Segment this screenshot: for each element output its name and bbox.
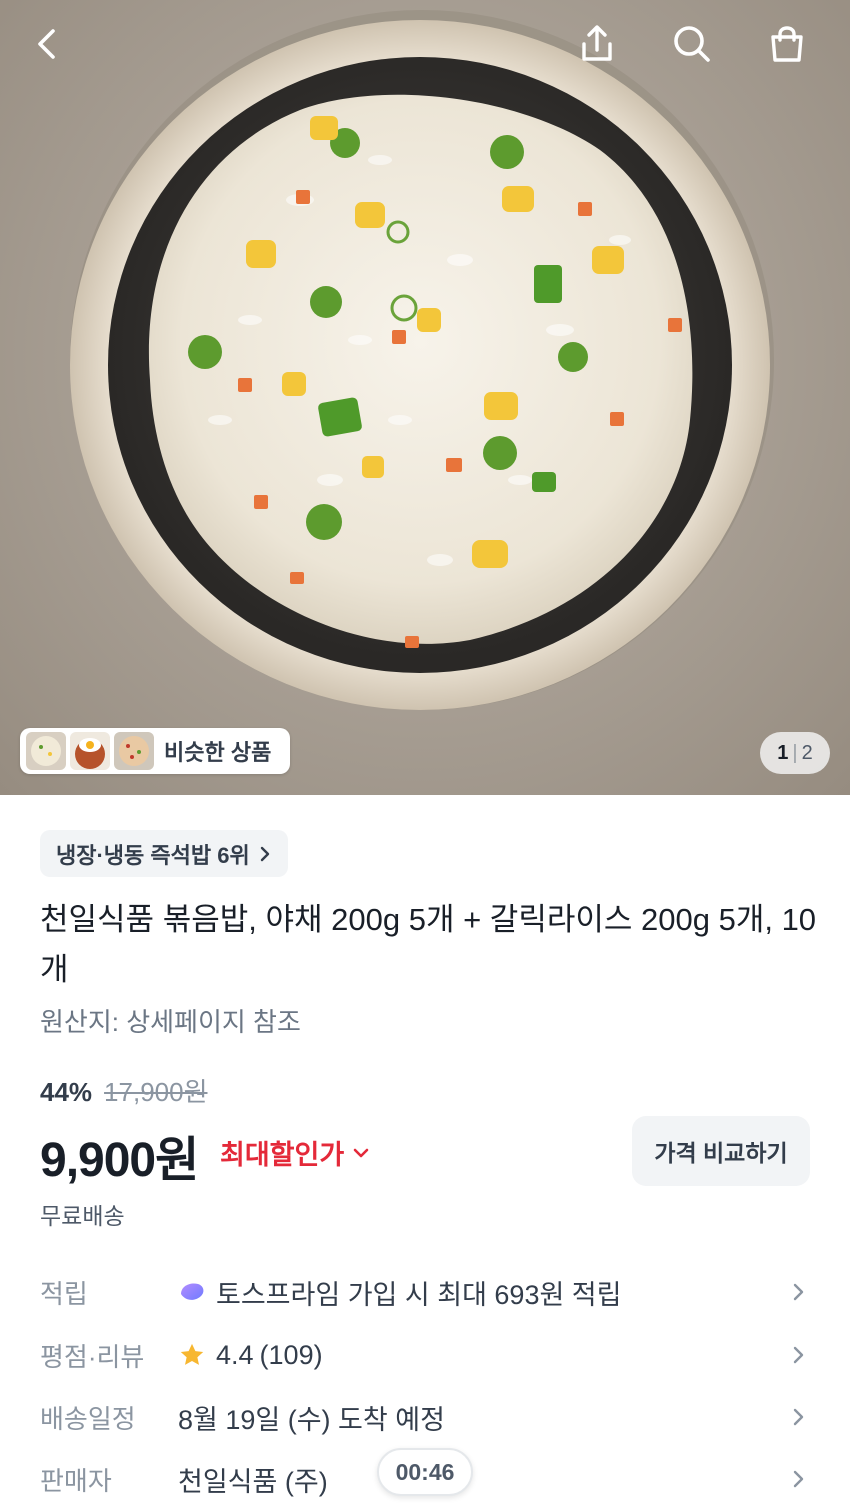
rating-row[interactable]: 평점·리뷰 4.4 (109) bbox=[40, 1330, 810, 1380]
search-icon bbox=[674, 26, 710, 62]
rating-label: 평점·리뷰 bbox=[40, 1341, 145, 1372]
points-label: 적립 bbox=[40, 1278, 88, 1309]
share-button[interactable] bbox=[571, 18, 623, 70]
shopping-bag-icon bbox=[771, 26, 803, 62]
total-pages: 2 bbox=[801, 741, 813, 764]
delivery-row[interactable]: 배송일정 8월 19일 (수) 도착 예정 bbox=[40, 1392, 810, 1442]
image-page-indicator: 1 | 2 bbox=[760, 732, 830, 774]
fried-rice-photo bbox=[70, 10, 774, 710]
chevron-down-icon bbox=[353, 1148, 369, 1157]
chevron-right-icon bbox=[260, 846, 269, 861]
review-count: (109) bbox=[259, 1339, 323, 1370]
chevron-right-icon bbox=[793, 1408, 804, 1426]
points-row[interactable]: 적립 토스프라임 가입 시 최대 693원 적립 bbox=[40, 1267, 810, 1317]
share-upload-icon bbox=[582, 25, 612, 61]
page-separator: | bbox=[792, 741, 798, 764]
category-rank-chip[interactable]: 냉장·냉동 즉석밥 6위 bbox=[40, 830, 288, 877]
product-image-carousel[interactable]: 비슷한 상품 1 | 2 bbox=[0, 0, 850, 795]
similar-products-label: 비슷한 상품 bbox=[164, 740, 272, 765]
compare-price-button[interactable]: 가격 비교하기 bbox=[632, 1116, 810, 1186]
max-discount-label: 최대할인가 bbox=[220, 1140, 345, 1170]
chevron-right-icon bbox=[793, 1283, 804, 1301]
star-icon bbox=[180, 1343, 204, 1365]
similar-product-thumbnail bbox=[70, 732, 110, 770]
search-button[interactable] bbox=[665, 18, 717, 70]
delivery-value: 8월 19일 (수) 도착 예정 bbox=[178, 1404, 445, 1435]
discount-info: 44% 17,900원 bbox=[40, 1072, 208, 1109]
toss-prime-icon bbox=[181, 1283, 204, 1300]
cart-button[interactable] bbox=[761, 18, 813, 70]
countdown-timer-badge[interactable]: 00:46 bbox=[377, 1448, 473, 1496]
product-title: 천일식품 볶음밥, 야채 200g 5개 + 갈릭라이스 200g 5개, 10… bbox=[40, 902, 817, 987]
sale-price: 9,900원 bbox=[40, 1134, 199, 1187]
points-value: 토스프라임 가입 시 최대 693원 적립 bbox=[216, 1279, 622, 1310]
seller-label: 판매자 bbox=[40, 1465, 112, 1496]
max-discount-dropdown[interactable]: 최대할인가 bbox=[220, 1133, 370, 1172]
delivery-label: 배송일정 bbox=[40, 1403, 136, 1434]
shipping-info: 무료배송 bbox=[40, 1203, 125, 1229]
chevron-left-icon bbox=[38, 29, 55, 59]
similar-products-button[interactable]: 비슷한 상품 bbox=[20, 728, 290, 774]
current-page: 1 bbox=[777, 741, 789, 764]
product-origin: 원산지: 상세페이지 참조 bbox=[40, 1007, 301, 1037]
similar-product-thumbnail bbox=[114, 732, 154, 770]
seller-value: 천일식품 (주) bbox=[178, 1466, 328, 1497]
category-rank-label: 냉장·냉동 즉석밥 6위 bbox=[56, 842, 250, 868]
chevron-right-icon bbox=[793, 1470, 804, 1488]
similar-product-thumbnail bbox=[26, 732, 66, 770]
back-button[interactable] bbox=[22, 18, 74, 70]
chevron-right-icon bbox=[793, 1346, 804, 1364]
rating-score: 4.4 bbox=[216, 1339, 254, 1370]
original-price: 17,900원 bbox=[104, 1077, 208, 1107]
discount-percent: 44% bbox=[40, 1077, 93, 1107]
